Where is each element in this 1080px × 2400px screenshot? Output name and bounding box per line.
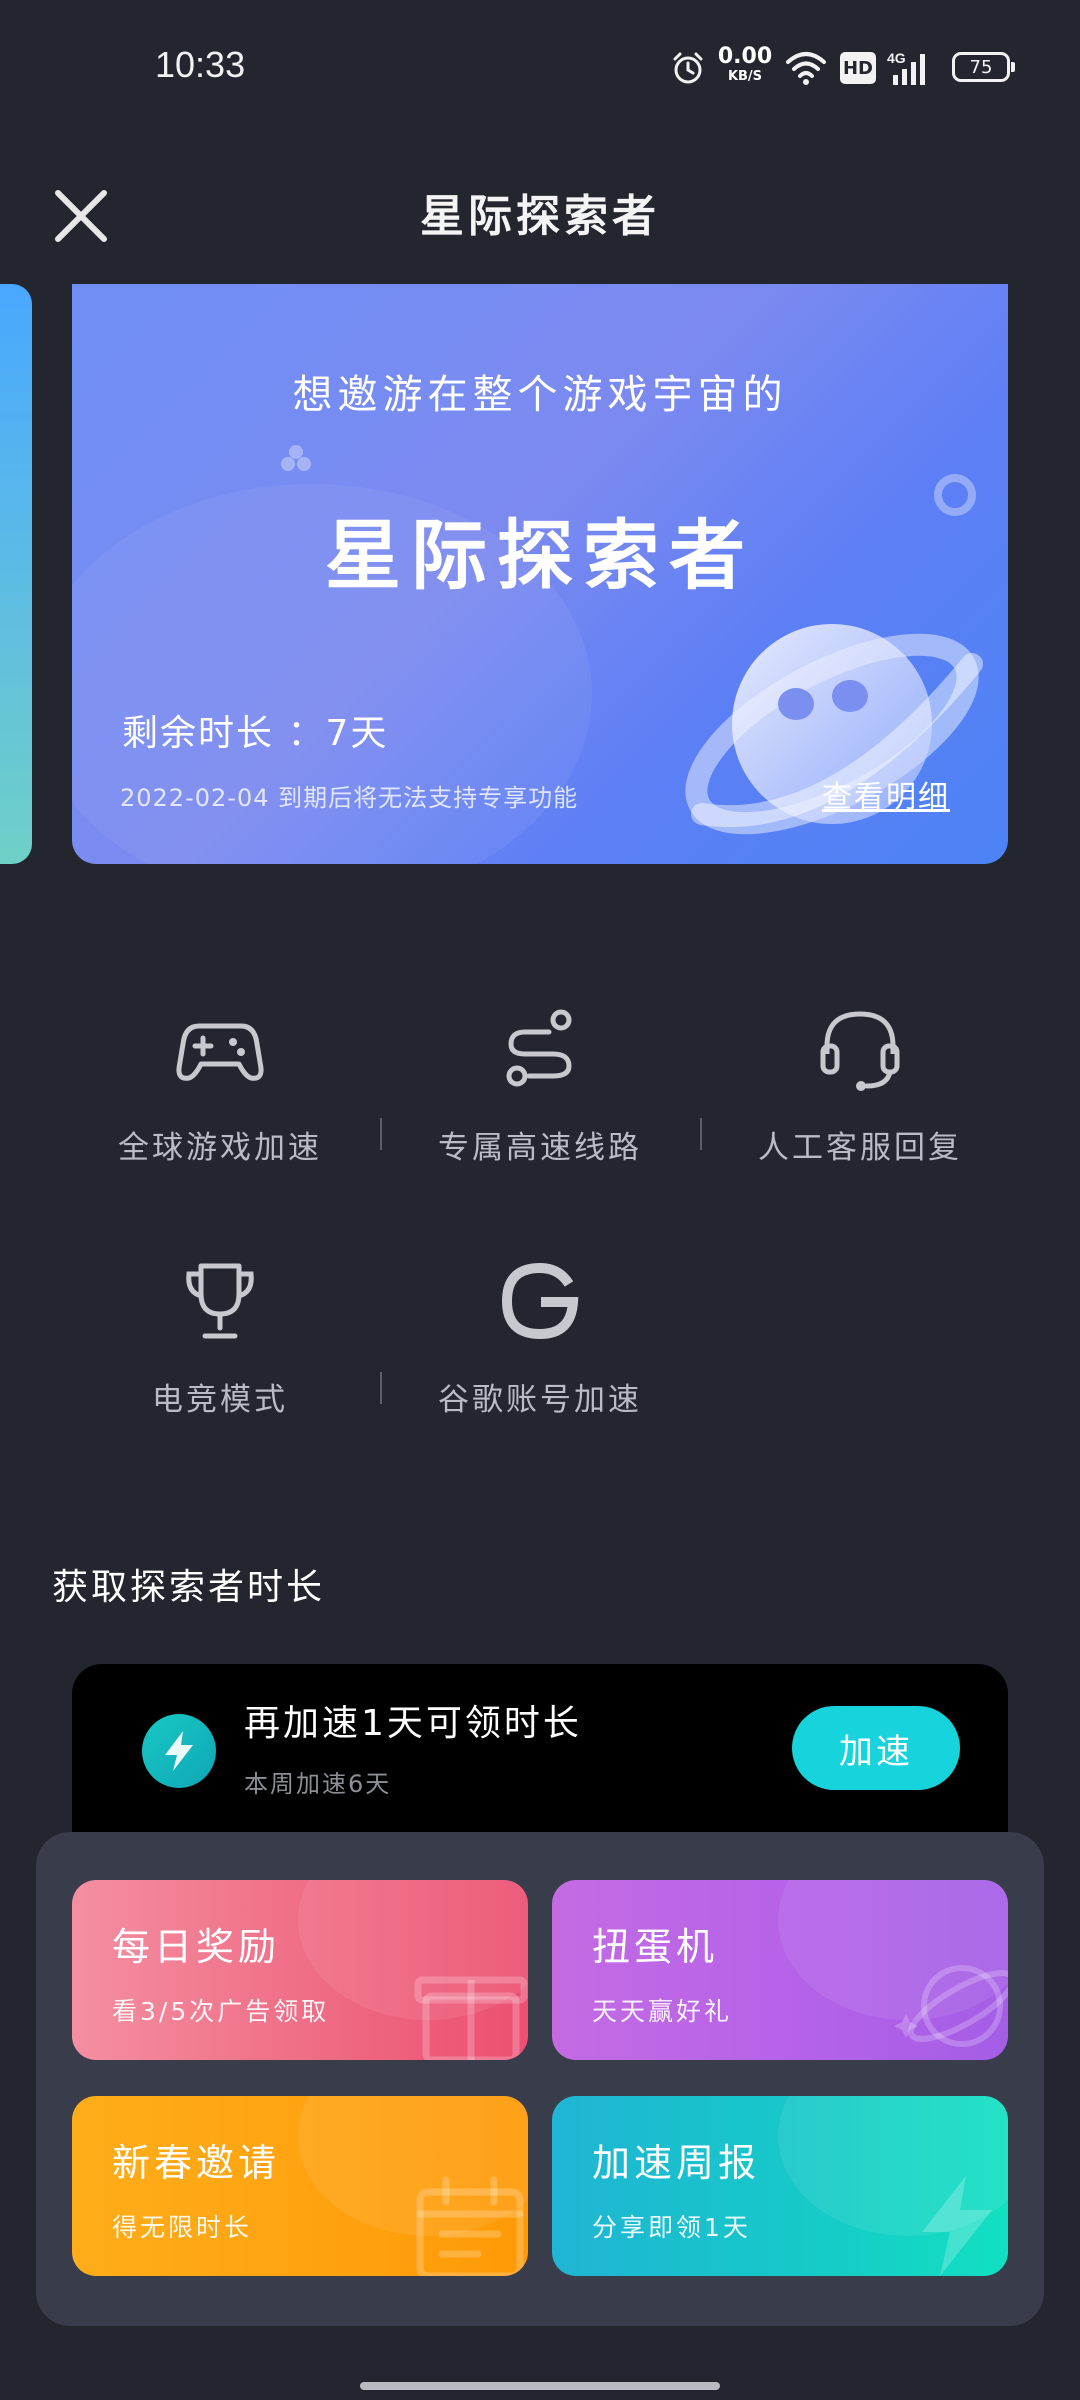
view-detail-link[interactable]: 查看明细: [822, 772, 950, 816]
calendar-icon: [416, 2176, 524, 2276]
network-speed-value: 0.00: [717, 44, 773, 69]
feature-customer-service[interactable]: 人工客服回复: [700, 1004, 1020, 1204]
planet-icon: [685, 624, 983, 835]
accelerate-banner: 再加速1天可领时长 本周加速6天 加速: [72, 1664, 1008, 1844]
wifi-icon: [782, 48, 830, 88]
tile-subtitle: 得无限时长: [112, 2213, 253, 2242]
signal-icon: 4G: [886, 48, 936, 88]
feature-dedicated-route[interactable]: 专属高速线路: [380, 1004, 700, 1204]
lightning-icon: [922, 2176, 992, 2276]
battery-icon: 75: [952, 52, 1015, 82]
status-time: 10:33: [155, 44, 246, 85]
membership-card[interactable]: 想邀游在整个游戏宇宙的 星际探索者 剩余时长 ：7天 2022-02-04 到期…: [72, 284, 1008, 864]
feature-label: 电竞模式: [152, 1382, 288, 1418]
gamepad-icon: [176, 1023, 264, 1081]
tile-subtitle: 看3/5次广告领取: [112, 1997, 330, 2026]
network-speed: 0.00 KB/S: [716, 44, 774, 84]
remaining-time: 剩余时长 ：7天: [122, 713, 389, 754]
route-icon: [506, 1009, 572, 1087]
tile-title: 每日奖励: [112, 1925, 281, 1969]
lightning-icon: [142, 1714, 216, 1788]
feature-label: 全球游戏加速: [118, 1130, 322, 1166]
expiry-note: 2022-02-04 到期后将无法支持专享功能: [120, 784, 579, 812]
hd-icon: HD: [840, 52, 876, 84]
tile-subtitle: 分享即领1天: [592, 2213, 751, 2242]
sparkle-icon: [281, 445, 311, 471]
spring-invite-tile[interactable]: 新春邀请 得无限时长: [72, 2096, 528, 2276]
planet-icon: [894, 1965, 1008, 2047]
home-indicator[interactable]: [360, 2382, 720, 2390]
feature-google-account[interactable]: 谷歌账号加速: [380, 1256, 700, 1456]
headset-icon: [820, 1011, 900, 1091]
trophy-icon: [186, 1263, 254, 1339]
feature-label: 谷歌账号加速: [438, 1382, 642, 1418]
gift-icon: [414, 1976, 528, 2060]
tile-title: 新春邀请: [112, 2141, 281, 2185]
feature-esports-mode[interactable]: 电竞模式: [60, 1256, 380, 1456]
feature-global-acceleration[interactable]: 全球游戏加速: [60, 1004, 380, 1204]
accelerate-button[interactable]: 加速: [792, 1706, 960, 1790]
network-speed-unit: KB/S: [727, 69, 763, 84]
section-heading: 获取探索者时长: [52, 1567, 326, 1608]
page-title: 星际探索者: [420, 191, 660, 242]
status-bar: 10:33 0.00 KB/S HD 4G 75: [0, 0, 1080, 130]
accelerate-subtitle: 本周加速6天: [244, 1770, 392, 1798]
feature-label: 人工客服回复: [758, 1130, 962, 1166]
accelerate-title: 再加速1天可领时长: [244, 1703, 582, 1744]
gacha-machine-tile[interactable]: 扭蛋机 天天赢好礼: [552, 1880, 1008, 2060]
tile-title: 扭蛋机: [592, 1925, 719, 1969]
daily-reward-tile[interactable]: 每日奖励 看3/5次广告领取: [72, 1880, 528, 2060]
google-icon: [501, 1262, 579, 1340]
feature-label: 专属高速线路: [438, 1130, 642, 1166]
signal-label: 4G: [887, 50, 906, 66]
tile-title: 加速周报: [592, 2141, 761, 2185]
alarm-icon: [668, 48, 708, 88]
hero-subtitle: 想邀游在整个游戏宇宙的: [292, 372, 788, 418]
tile-subtitle: 天天赢好礼: [592, 1997, 733, 2026]
previous-card-peek[interactable]: [0, 284, 32, 864]
weekly-report-tile[interactable]: 加速周报 分享即领1天: [552, 2096, 1008, 2276]
